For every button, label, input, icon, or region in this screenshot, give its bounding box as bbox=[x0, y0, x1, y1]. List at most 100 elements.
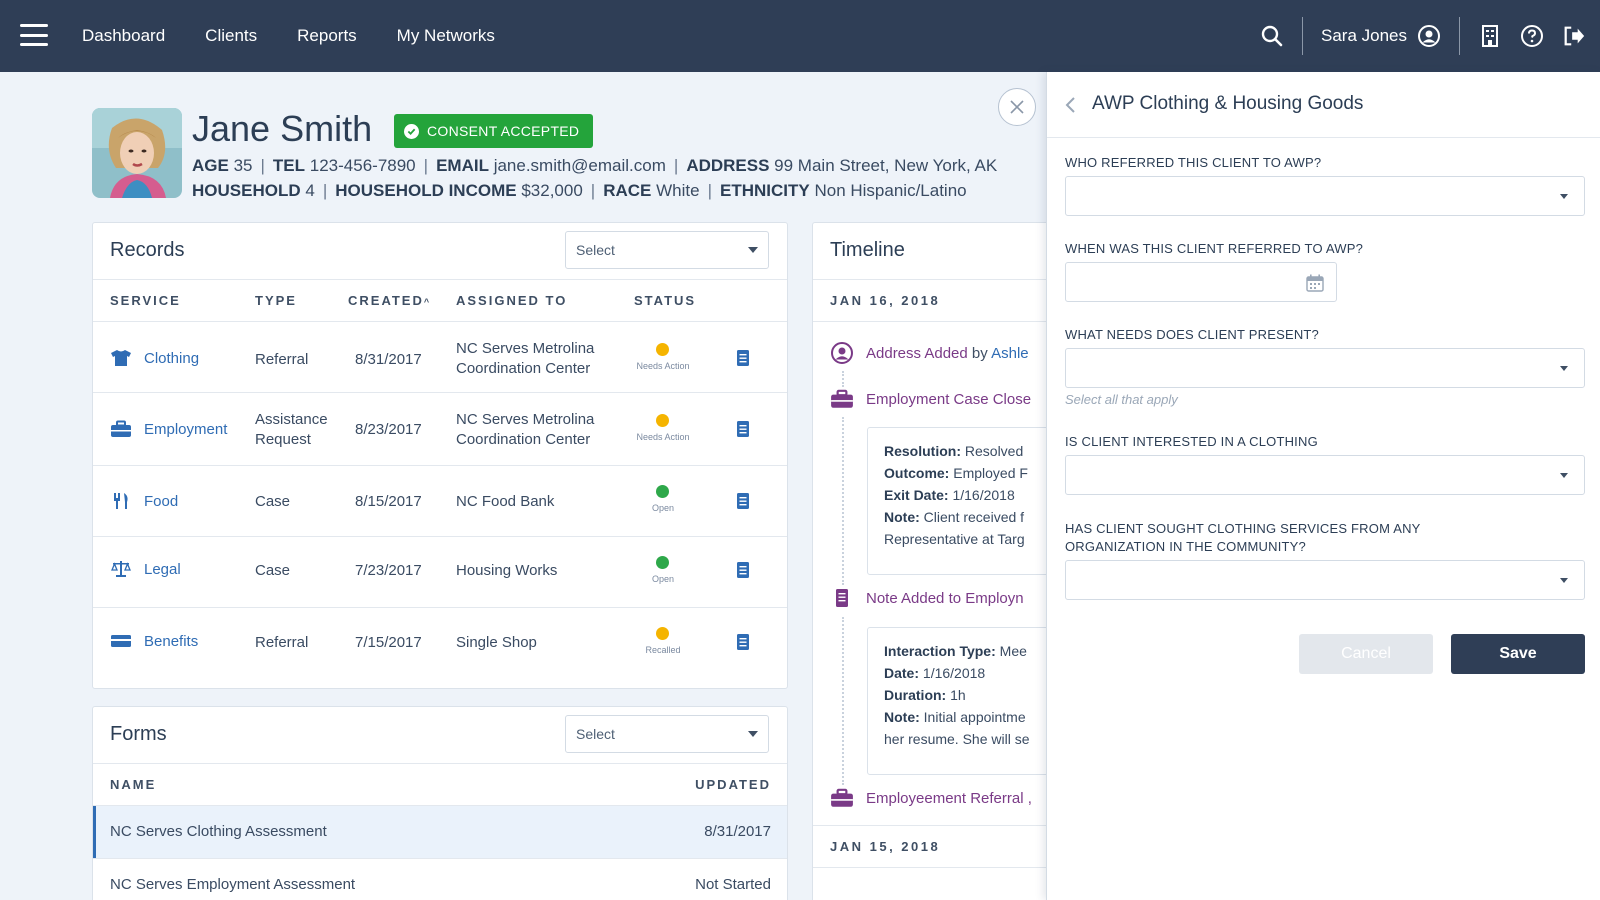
col-name[interactable]: NAME bbox=[110, 777, 156, 792]
service-link-food[interactable]: Food bbox=[110, 492, 178, 510]
briefcase-icon bbox=[111, 420, 131, 437]
ethnicity-label: ETHNICITY bbox=[720, 181, 810, 200]
tel-label: TEL bbox=[272, 156, 306, 175]
chevron-down-icon bbox=[1560, 366, 1568, 371]
timeline-date: JAN 15, 2018 bbox=[830, 839, 941, 854]
assigned-line: NC Serves Metrolina bbox=[456, 411, 595, 428]
form-row-selected[interactable]: NC Serves Clothing Assessment 8/31/2017 bbox=[93, 806, 787, 858]
service-link-benefits[interactable]: Benefits bbox=[110, 632, 198, 650]
detail-row: Resolution: Resolved bbox=[884, 443, 1024, 459]
question-clothing-interest: IS CLIENT INTERESTED IN A CLOTHING bbox=[1065, 434, 1318, 449]
address-value: 99 Main Street, New York, AK bbox=[774, 156, 998, 175]
service-link-legal[interactable]: Legal bbox=[110, 560, 181, 578]
help-icon[interactable] bbox=[1520, 24, 1544, 48]
document-icon[interactable] bbox=[736, 492, 750, 510]
type-cell: Assistance Request bbox=[255, 410, 328, 450]
save-button[interactable]: Save bbox=[1451, 634, 1585, 674]
status-label: Needs Action bbox=[636, 361, 690, 371]
needs-hint: Select all that apply bbox=[1065, 392, 1178, 407]
nav-dashboard[interactable]: Dashboard bbox=[82, 26, 165, 46]
timeline-title: Timeline bbox=[830, 239, 905, 261]
income-label: HOUSEHOLD INCOME bbox=[335, 181, 517, 200]
referral-form-panel: AWP Clothing & Housing Goods WHO REFERRE… bbox=[1046, 72, 1600, 900]
document-icon[interactable] bbox=[736, 561, 750, 579]
service-label: Benefits bbox=[144, 632, 199, 650]
service-link-employment[interactable]: Employment bbox=[110, 420, 227, 438]
col-assigned-to[interactable]: ASSIGNED TO bbox=[456, 293, 567, 308]
timeline-event-note[interactable]: Note Added to Employn bbox=[830, 588, 1024, 608]
email-label: EMAIL bbox=[436, 156, 489, 175]
age-label: AGE bbox=[192, 156, 229, 175]
forms-filter-select[interactable]: Select bbox=[565, 715, 769, 753]
detail-row: Note: Initial appointme bbox=[884, 709, 1026, 725]
ethnicity-value: Non Hispanic/Latino bbox=[814, 181, 967, 200]
divider bbox=[93, 536, 787, 537]
logout-icon[interactable] bbox=[1562, 24, 1586, 48]
document-icon[interactable] bbox=[736, 349, 750, 367]
card-icon bbox=[111, 635, 131, 647]
email-value: jane.smith@email.com bbox=[493, 156, 666, 175]
records-title: Records bbox=[110, 239, 185, 261]
panel-title: AWP Clothing & Housing Goods bbox=[1092, 93, 1364, 114]
client-name: Jane Smith bbox=[192, 108, 373, 149]
main-nav: Dashboard Clients Reports My Networks bbox=[82, 0, 495, 72]
timeline-event-referral[interactable]: Employeement Referral , bbox=[830, 788, 1032, 808]
search-icon[interactable] bbox=[1260, 24, 1284, 48]
user-circle-icon bbox=[831, 342, 853, 364]
question-referral-date: WHEN WAS THIS CLIENT REFERRED TO AWP? bbox=[1065, 241, 1364, 256]
timeline-date: JAN 16, 2018 bbox=[830, 293, 941, 308]
divider bbox=[93, 465, 787, 466]
status-dot bbox=[656, 556, 669, 569]
nav-clients[interactable]: Clients bbox=[205, 26, 257, 46]
referrer-dropdown[interactable] bbox=[1065, 176, 1585, 216]
form-row[interactable]: NC Serves Employment Assessment Not Star… bbox=[93, 859, 787, 900]
divider bbox=[93, 392, 787, 393]
col-created[interactable]: CREATED^ bbox=[348, 293, 431, 308]
race-label: RACE bbox=[603, 181, 652, 200]
type-cell: Referral bbox=[255, 634, 309, 651]
created-cell: 8/31/2017 bbox=[355, 351, 422, 368]
calendar-icon[interactable] bbox=[1306, 274, 1324, 292]
timeline-event-employment-closed[interactable]: Employment Case Close bbox=[830, 389, 1031, 409]
detail-row: Outcome: Employed F bbox=[884, 465, 1028, 481]
user-avatar-icon[interactable] bbox=[1417, 24, 1441, 48]
forms-title: Forms bbox=[110, 723, 167, 745]
detail-row: her resume. She will se bbox=[884, 731, 1030, 747]
document-icon[interactable] bbox=[736, 420, 750, 438]
nav-reports[interactable]: Reports bbox=[297, 26, 357, 46]
cancel-button[interactable]: Cancel bbox=[1299, 634, 1433, 674]
chevron-down-icon bbox=[1560, 194, 1568, 199]
close-button[interactable] bbox=[998, 88, 1036, 126]
sort-asc-icon: ^ bbox=[423, 297, 432, 307]
records-filter-select[interactable]: Select bbox=[565, 231, 769, 269]
created-cell: 7/23/2017 bbox=[355, 562, 422, 579]
referral-date-input[interactable] bbox=[1065, 262, 1337, 302]
divider bbox=[1302, 17, 1303, 55]
status-label: Open bbox=[651, 574, 675, 584]
service-link-clothing[interactable]: Clothing bbox=[110, 349, 199, 367]
needs-dropdown[interactable] bbox=[1065, 348, 1585, 388]
timeline-event-address[interactable]: Address Added by Ashle bbox=[830, 341, 1029, 365]
shirt-icon bbox=[111, 350, 131, 366]
clothing-interest-dropdown[interactable] bbox=[1065, 455, 1585, 495]
age-value: 35 bbox=[233, 156, 253, 175]
col-status[interactable]: STATUS bbox=[634, 293, 696, 308]
detail-row: Representative at Targ bbox=[884, 531, 1025, 547]
col-type[interactable]: TYPE bbox=[255, 293, 297, 308]
status-label: Needs Action bbox=[636, 432, 690, 442]
prior-services-dropdown[interactable] bbox=[1065, 560, 1585, 600]
building-icon[interactable] bbox=[1478, 24, 1502, 48]
type-cell: Case bbox=[255, 493, 291, 510]
address-label: ADDRESS bbox=[686, 156, 770, 175]
status-dot bbox=[656, 343, 669, 356]
created-cell: 7/15/2017 bbox=[355, 634, 422, 651]
document-icon[interactable] bbox=[736, 633, 750, 651]
menu-icon[interactable] bbox=[20, 24, 48, 46]
col-service[interactable]: SERVICE bbox=[110, 293, 181, 308]
detail-row: Date: 1/16/2018 bbox=[884, 665, 986, 681]
user-name[interactable]: Sara Jones bbox=[1321, 26, 1407, 46]
col-updated[interactable]: UPDATED bbox=[695, 777, 771, 792]
event-title: Employeement Referral , bbox=[866, 789, 1032, 807]
nav-my-networks[interactable]: My Networks bbox=[397, 26, 495, 46]
chevron-left-icon[interactable] bbox=[1065, 96, 1077, 114]
